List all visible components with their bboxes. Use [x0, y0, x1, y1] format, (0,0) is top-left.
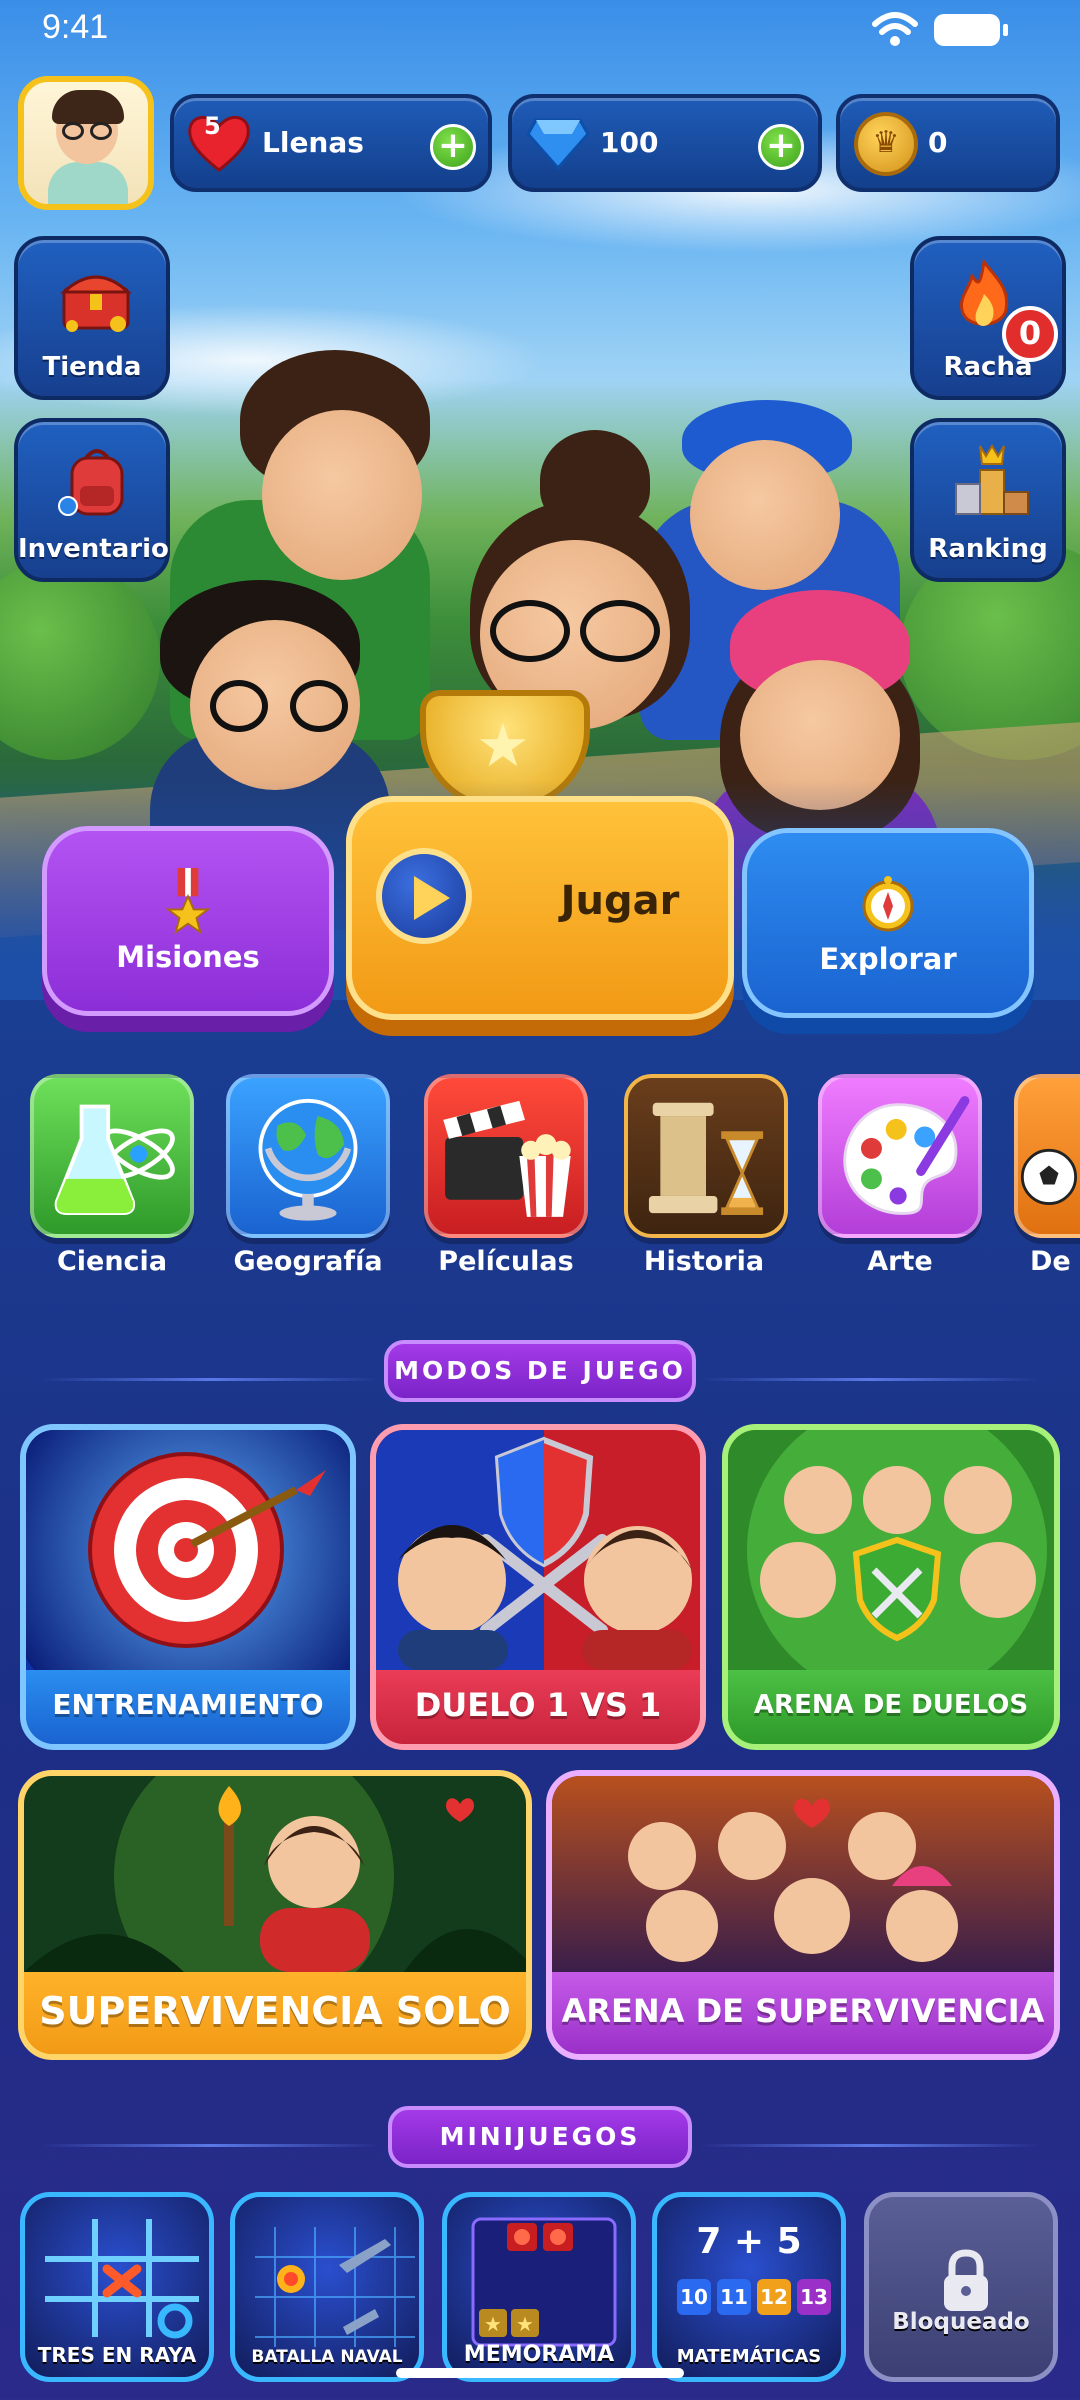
minigames-divider-right	[700, 2144, 1040, 2147]
streak-label: Racha	[943, 352, 1033, 382]
gems-amount: 100	[600, 126, 659, 159]
group-heart-icon	[552, 1776, 1054, 1972]
category-geography[interactable]	[226, 1074, 390, 1238]
minigame-math-label: MATEMÁTICAS	[676, 2346, 822, 2367]
category-sports-label: De	[1030, 1246, 1071, 1277]
missions-button[interactable]: Misiones	[42, 826, 334, 1032]
status-bar: 9:41	[0, 0, 1080, 60]
ranking-label: Ranking	[928, 534, 1048, 564]
tic-tac-toe-icon	[45, 2219, 199, 2339]
math-options: 10 11 12 13	[677, 2279, 831, 2319]
add-lives-button[interactable]: +	[430, 124, 476, 170]
minigame-memory[interactable]: ★ ★ MEMORAMA	[442, 2192, 636, 2382]
category-science-label: Ciencia	[56, 1246, 168, 1277]
status-time: 9:41	[42, 8, 109, 46]
medal-icon	[165, 868, 211, 934]
streak-button[interactable]: 0 Racha	[910, 236, 1066, 400]
memory-cards-icon: ★ ★	[471, 2217, 617, 2347]
play-button[interactable]: Jugar	[346, 796, 734, 1036]
minigame-memory-label: MEMORAMA	[463, 2342, 615, 2367]
lives-label: Llenas	[262, 126, 364, 159]
minigames-section-title: MINIJUEGOS	[388, 2106, 692, 2168]
coins-amount: 0	[928, 126, 948, 159]
ranking-button[interactable]: Ranking	[910, 418, 1066, 582]
mode-solo-survival-label: SUPERVIVENCIA SOLO	[24, 1972, 526, 2054]
home-indicator[interactable]	[396, 2368, 684, 2378]
missions-label: Misiones	[116, 940, 260, 974]
math-option-12: 12	[757, 2279, 791, 2315]
podium-icon	[955, 444, 1029, 515]
torch-jungle-icon	[24, 1776, 526, 1972]
explore-label: Explorar	[819, 942, 957, 976]
mode-survival-arena-card[interactable]: ARENA DE SUPERVIVENCIA	[546, 1770, 1060, 2060]
mode-training-card[interactable]: ENTRENAMIENTO	[20, 1424, 356, 1750]
category-geography-label: Geografía	[233, 1246, 383, 1277]
lock-icon	[944, 2249, 988, 2311]
math-option-10: 10	[677, 2279, 711, 2315]
backpack-icon	[58, 449, 124, 516]
diamond-icon	[526, 118, 590, 171]
inventory-label: Inventario	[18, 534, 169, 564]
target-icon	[26, 1430, 350, 1670]
category-art-label: Arte	[867, 1246, 933, 1277]
category-science[interactable]	[30, 1074, 194, 1238]
flask-icon	[54, 1104, 175, 1215]
add-gems-button[interactable]: +	[758, 124, 804, 170]
explore-button[interactable]: Explorar	[742, 828, 1034, 1034]
math-option-13: 13	[797, 2279, 831, 2315]
category-history-label: Historia	[643, 1246, 765, 1277]
mode-duel-arena-card[interactable]: ARENA DE DUELOS	[722, 1424, 1060, 1750]
clapperboard-icon	[443, 1100, 571, 1217]
lives-counter: 5 Llenas +	[170, 94, 492, 192]
shop-button[interactable]: Tienda	[14, 236, 170, 400]
soccer-ball-icon	[1020, 1148, 1078, 1205]
profile-avatar[interactable]	[18, 76, 154, 210]
category-movies[interactable]	[424, 1074, 588, 1238]
svg-text:★: ★	[516, 2312, 534, 2336]
category-art[interactable]	[818, 1074, 982, 1238]
modes-divider-right	[700, 1378, 1040, 1381]
arena-shield-icon	[728, 1430, 1054, 1670]
battery-icon	[934, 14, 1008, 46]
crown-coin-icon: ♛	[854, 112, 918, 176]
minigame-battleship[interactable]: BATALLA NAVAL	[230, 2192, 424, 2382]
mode-survival-arena-label: ARENA DE SUPERVIVENCIA	[552, 1972, 1054, 2054]
globe-icon	[258, 1098, 358, 1221]
minigames-divider-left	[40, 2144, 380, 2147]
palette-icon	[843, 1096, 970, 1215]
math-sum: 7 + 5	[696, 2221, 802, 2262]
shop-label: Tienda	[42, 352, 142, 382]
mode-solo-survival-card[interactable]: SUPERVIVENCIA SOLO	[18, 1770, 532, 2060]
mode-training-label: ENTRENAMIENTO	[26, 1670, 350, 1744]
category-sports[interactable]	[1014, 1074, 1080, 1238]
coins-counter: ♛ 0	[836, 94, 1060, 192]
lives-count: 5	[204, 112, 221, 140]
minigame-tic-tac-toe[interactable]: TRES EN RAYA	[20, 2192, 214, 2382]
category-history[interactable]	[624, 1074, 788, 1238]
shield-swords-icon	[376, 1430, 700, 1670]
column-hourglass-icon	[648, 1102, 764, 1215]
modes-section-title: MODOS DE JUEGO	[384, 1340, 696, 1402]
svg-text:★: ★	[484, 2312, 502, 2336]
treasure-chest-icon	[60, 275, 132, 332]
mode-duel-label: DUELO 1 VS 1	[376, 1670, 700, 1744]
math-option-11: 11	[717, 2279, 751, 2315]
minigame-math[interactable]: 7 + 5 10 11 12 13 MATEMÁTICAS	[652, 2192, 846, 2382]
mode-duel-arena-label: ARENA DE DUELOS	[728, 1670, 1054, 1744]
compass-icon	[862, 876, 914, 932]
inventory-button[interactable]: Inventario	[14, 418, 170, 582]
minigame-locked[interactable]: Bloqueado	[864, 2192, 1058, 2382]
mode-duel-card[interactable]: DUELO 1 VS 1	[370, 1424, 706, 1750]
wifi-icon	[872, 12, 918, 46]
battleship-icon	[255, 2227, 415, 2347]
gems-counter: 100 +	[508, 94, 822, 192]
minigame-tic-tac-toe-label: TRES EN RAYA	[37, 2343, 197, 2367]
minigame-locked-label: Bloqueado	[892, 2309, 1030, 2335]
minigame-battleship-label: BATALLA NAVAL	[251, 2347, 403, 2367]
category-movies-label: Películas	[438, 1246, 574, 1277]
modes-divider-left	[40, 1378, 380, 1381]
